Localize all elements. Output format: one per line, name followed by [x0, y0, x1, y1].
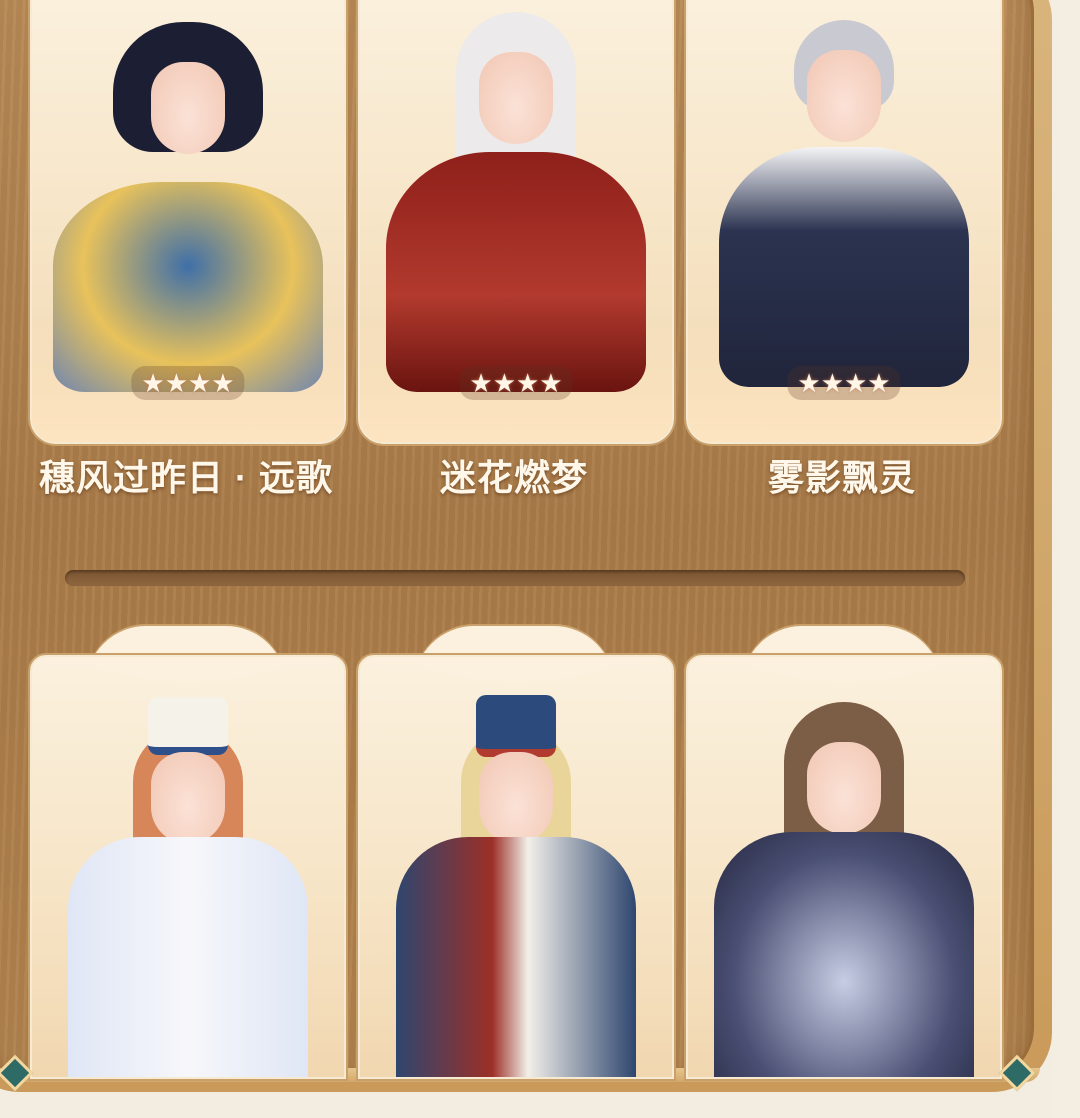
row-divider [65, 570, 965, 586]
gem-icon [998, 1054, 1036, 1092]
gem-icon [0, 1054, 34, 1092]
outfit-name-2: 迷花燃梦 [439, 457, 588, 498]
character-outfit [396, 837, 636, 1077]
character-face [151, 62, 225, 154]
page-margin [1052, 0, 1080, 1118]
outfit-card-4[interactable] [30, 655, 346, 1079]
character-outfit [719, 147, 969, 387]
character-face [807, 50, 881, 142]
character-outfit [68, 837, 308, 1077]
rarity-stars: ★★★★ [459, 366, 573, 400]
rarity-stars: ★★★★ [131, 366, 245, 400]
character-outfit [53, 182, 323, 392]
character-face [479, 752, 553, 844]
character-face [479, 52, 553, 144]
character-outfit [386, 152, 646, 392]
outfit-card-2[interactable]: ★★★★ [358, 0, 674, 444]
character-hat [476, 695, 556, 757]
outfit-name-1: 穗风过昨日 · 远歌 [39, 457, 333, 498]
character-outfit [714, 832, 974, 1077]
rarity-stars: ★★★★ [787, 366, 901, 400]
outfit-name-3: 雾影飘灵 [767, 457, 916, 498]
outfit-card-3[interactable]: ★★★★ [686, 0, 1002, 444]
outfit-card-5[interactable] [358, 655, 674, 1079]
character-face [151, 752, 225, 844]
outfit-card-1[interactable]: ★★★★ [30, 0, 346, 444]
character-face [807, 742, 881, 834]
corner-ornament-left [0, 1050, 38, 1096]
character-hat [148, 697, 228, 755]
outfit-card-6[interactable] [686, 655, 1002, 1079]
corner-ornament-right [994, 1050, 1040, 1096]
